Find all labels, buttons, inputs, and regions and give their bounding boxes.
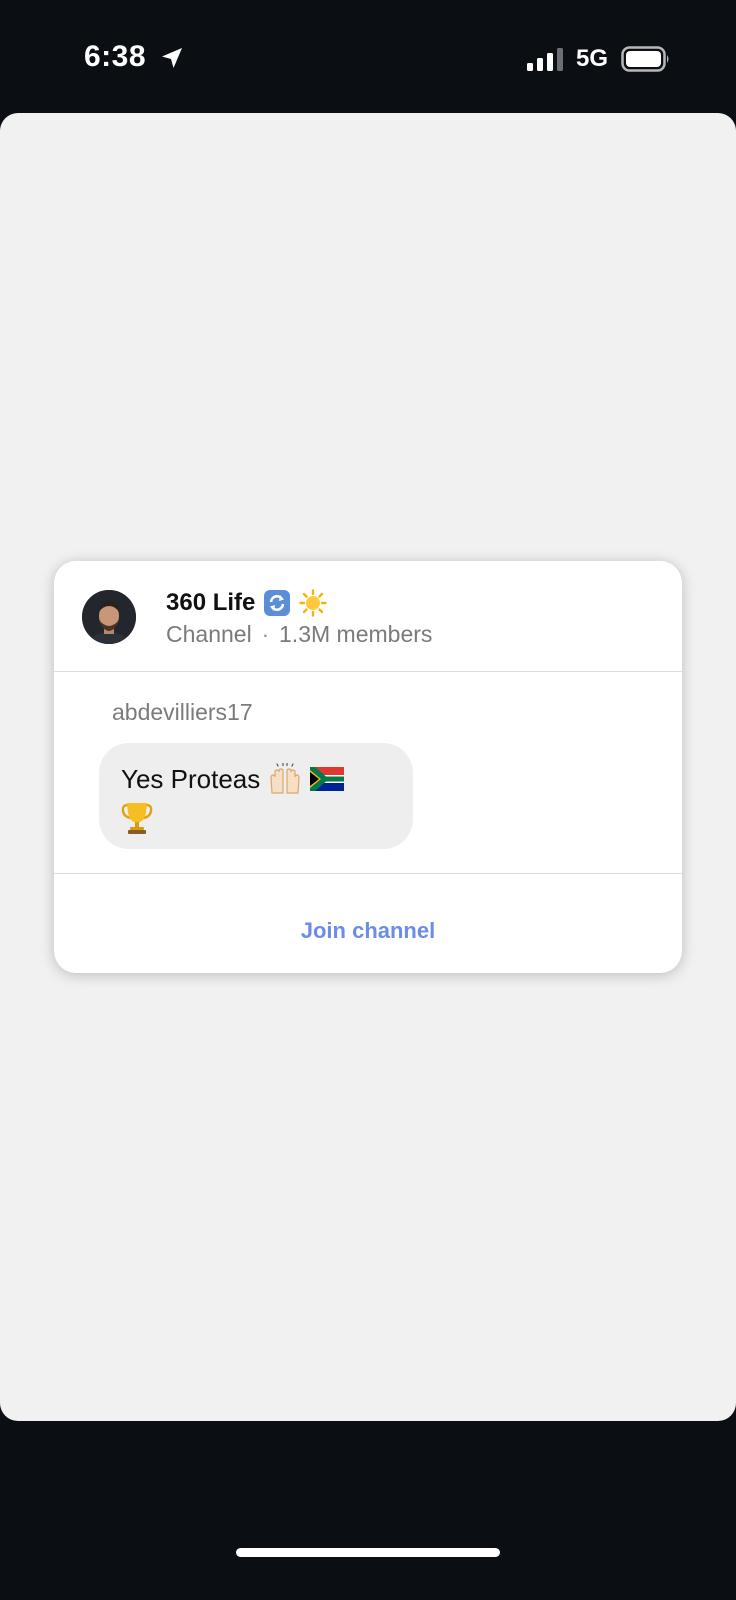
status-bar: 6:38 5G bbox=[0, 0, 736, 112]
avatar-portrait-icon bbox=[82, 590, 136, 644]
message-bubble: Yes Proteas bbox=[99, 743, 413, 849]
home-indicator[interactable] bbox=[236, 1548, 500, 1557]
arrows-counterclockwise-icon bbox=[264, 590, 291, 616]
south-africa-flag-icon bbox=[310, 767, 345, 791]
meta-separator: · bbox=[261, 621, 270, 647]
battery-icon bbox=[621, 46, 669, 72]
message-author: abdevilliers17 bbox=[112, 699, 253, 725]
cellular-signal-icon bbox=[527, 48, 563, 71]
channel-title-row: 360 Life bbox=[166, 585, 328, 621]
message-text: Yes Proteas bbox=[121, 763, 261, 794]
channel-meta: Channel · 1.3M members bbox=[166, 621, 432, 648]
channel-header[interactable]: 360 Life Channel · 1.3M members bbox=[54, 561, 682, 671]
phone-screen: 6:38 5G 360 Life Channel · 1.3M members … bbox=[0, 0, 736, 1600]
location-arrow-icon bbox=[162, 48, 182, 68]
preview-sheet: 360 Life Channel · 1.3M members abdevill… bbox=[0, 113, 736, 1421]
channel-preview-card: 360 Life Channel · 1.3M members abdevill… bbox=[54, 561, 682, 973]
raising-hands-icon bbox=[270, 763, 300, 794]
network-type: 5G bbox=[576, 45, 609, 72]
sun-icon bbox=[299, 589, 328, 617]
channel-type-label: Channel bbox=[166, 621, 252, 647]
member-count: 1.3M members bbox=[279, 621, 433, 647]
join-channel-button[interactable]: Join channel bbox=[54, 889, 682, 973]
channel-avatar[interactable] bbox=[82, 590, 136, 644]
message-line-2 bbox=[121, 801, 153, 840]
footer-divider bbox=[54, 873, 682, 874]
status-time: 6:38 bbox=[84, 40, 147, 73]
header-divider bbox=[54, 671, 682, 672]
channel-name: 360 Life bbox=[166, 589, 256, 616]
trophy-icon bbox=[121, 803, 153, 834]
message-line-1: Yes Proteas bbox=[121, 763, 345, 795]
